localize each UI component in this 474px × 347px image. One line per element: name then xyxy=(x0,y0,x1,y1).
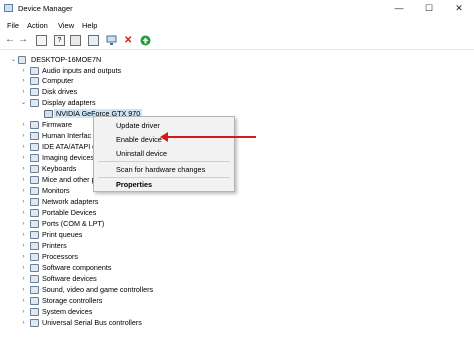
display-adapter-icon xyxy=(30,99,39,107)
expand-icon[interactable]: › xyxy=(20,142,27,152)
menu-enable-device[interactable]: Enable device xyxy=(116,135,162,144)
maximize-button[interactable]: ☐ xyxy=(414,0,444,17)
tree-root-label: DESKTOP-16MOE7N xyxy=(31,55,102,64)
menu-action[interactable]: Action xyxy=(27,21,48,30)
menu-separator xyxy=(98,161,230,162)
expand-icon[interactable]: › xyxy=(20,285,27,295)
monitor-glyph xyxy=(106,35,117,45)
hid-icon xyxy=(30,132,39,140)
context-menu: Update driver Enable device Uninstall de… xyxy=(93,116,235,192)
expand-icon[interactable]: › xyxy=(20,164,27,174)
network-icon xyxy=(30,198,39,206)
expand-icon[interactable]: › xyxy=(20,153,27,163)
device-tree[interactable]: ⌄ DESKTOP-16MOE7N › Audio inputs and out… xyxy=(0,50,474,347)
device-manager-icon xyxy=(4,4,13,12)
menu-uninstall-device[interactable]: Uninstall device xyxy=(116,149,167,158)
expand-icon[interactable]: › xyxy=(20,252,27,262)
forward-icon[interactable]: → xyxy=(18,35,29,46)
toolbar: ← → ? ✕ xyxy=(0,32,474,50)
ide-icon xyxy=(30,143,39,151)
software-component-icon xyxy=(30,264,39,272)
expand-icon[interactable]: › xyxy=(20,197,27,207)
expand-icon[interactable]: › xyxy=(20,186,27,196)
speaker-icon xyxy=(30,67,39,75)
keyboard-icon xyxy=(30,165,39,173)
expand-icon[interactable]: › xyxy=(20,318,27,328)
portable-device-icon xyxy=(30,209,39,217)
properties-icon[interactable] xyxy=(36,35,47,46)
expand-icon[interactable]: › xyxy=(20,87,27,97)
expand-icon[interactable]: › xyxy=(20,219,27,229)
expand-icon[interactable]: › xyxy=(20,263,27,273)
window-title: Device Manager xyxy=(18,4,73,13)
processor-icon xyxy=(30,253,39,261)
expand-icon[interactable]: › xyxy=(20,66,27,76)
uninstall-icon[interactable]: ✕ xyxy=(124,35,135,46)
close-button[interactable]: ✕ xyxy=(444,0,474,17)
camera-icon xyxy=(30,154,39,162)
expand-icon[interactable]: › xyxy=(20,274,27,284)
software-device-icon xyxy=(30,275,39,283)
expand-icon[interactable]: › xyxy=(20,241,27,251)
collapse-icon[interactable]: ⌄ xyxy=(10,55,17,65)
port-icon xyxy=(30,220,39,228)
mouse-icon xyxy=(30,176,39,184)
expand-icon[interactable]: › xyxy=(20,230,27,240)
expand-icon[interactable]: › xyxy=(20,120,27,130)
menu-bar: File Action View Help xyxy=(0,18,474,32)
menu-update-driver[interactable]: Update driver xyxy=(116,121,160,130)
sound-icon xyxy=(30,286,39,294)
menu-scan-hardware[interactable]: Scan for hardware changes xyxy=(116,165,205,174)
menu-file[interactable]: File xyxy=(7,21,19,30)
firmware-icon xyxy=(30,121,39,129)
annotation-arrow-line xyxy=(166,136,256,138)
system-device-icon xyxy=(30,308,39,316)
print-queue-icon xyxy=(30,231,39,239)
usb-icon xyxy=(30,319,39,327)
menu-help[interactable]: Help xyxy=(82,21,97,30)
expand-icon[interactable]: › xyxy=(20,307,27,317)
back-icon[interactable]: ← xyxy=(5,35,16,46)
monitor-icon xyxy=(30,187,39,195)
green-arrow-glyph xyxy=(140,35,151,46)
title-bar: Device Manager — ☐ ✕ xyxy=(0,0,474,17)
expand-icon[interactable]: › xyxy=(20,76,27,86)
expand-icon[interactable]: › xyxy=(20,208,27,218)
storage-icon xyxy=(30,297,39,305)
help-icon[interactable]: ? xyxy=(54,35,65,46)
expand-icon[interactable]: › xyxy=(20,131,27,141)
computer-icon xyxy=(30,77,39,85)
menu-view[interactable]: View xyxy=(58,21,74,30)
add-icon[interactable] xyxy=(140,35,151,46)
expand-icon[interactable]: › xyxy=(20,175,27,185)
update-icon[interactable] xyxy=(70,35,81,46)
display-adapter-disabled-icon xyxy=(44,110,53,118)
scan-icon[interactable] xyxy=(88,35,99,46)
menu-separator xyxy=(98,177,230,178)
annotation-arrow-icon xyxy=(160,132,168,142)
expand-icon[interactable]: › xyxy=(20,296,27,306)
collapse-icon[interactable]: ⌄ xyxy=(20,98,27,108)
computer-icon xyxy=(18,56,26,64)
enable-icon[interactable] xyxy=(106,35,117,46)
printer-icon xyxy=(30,242,39,250)
menu-properties[interactable]: Properties xyxy=(116,180,152,189)
minimize-button[interactable]: — xyxy=(384,0,414,17)
disk-icon xyxy=(30,88,39,96)
